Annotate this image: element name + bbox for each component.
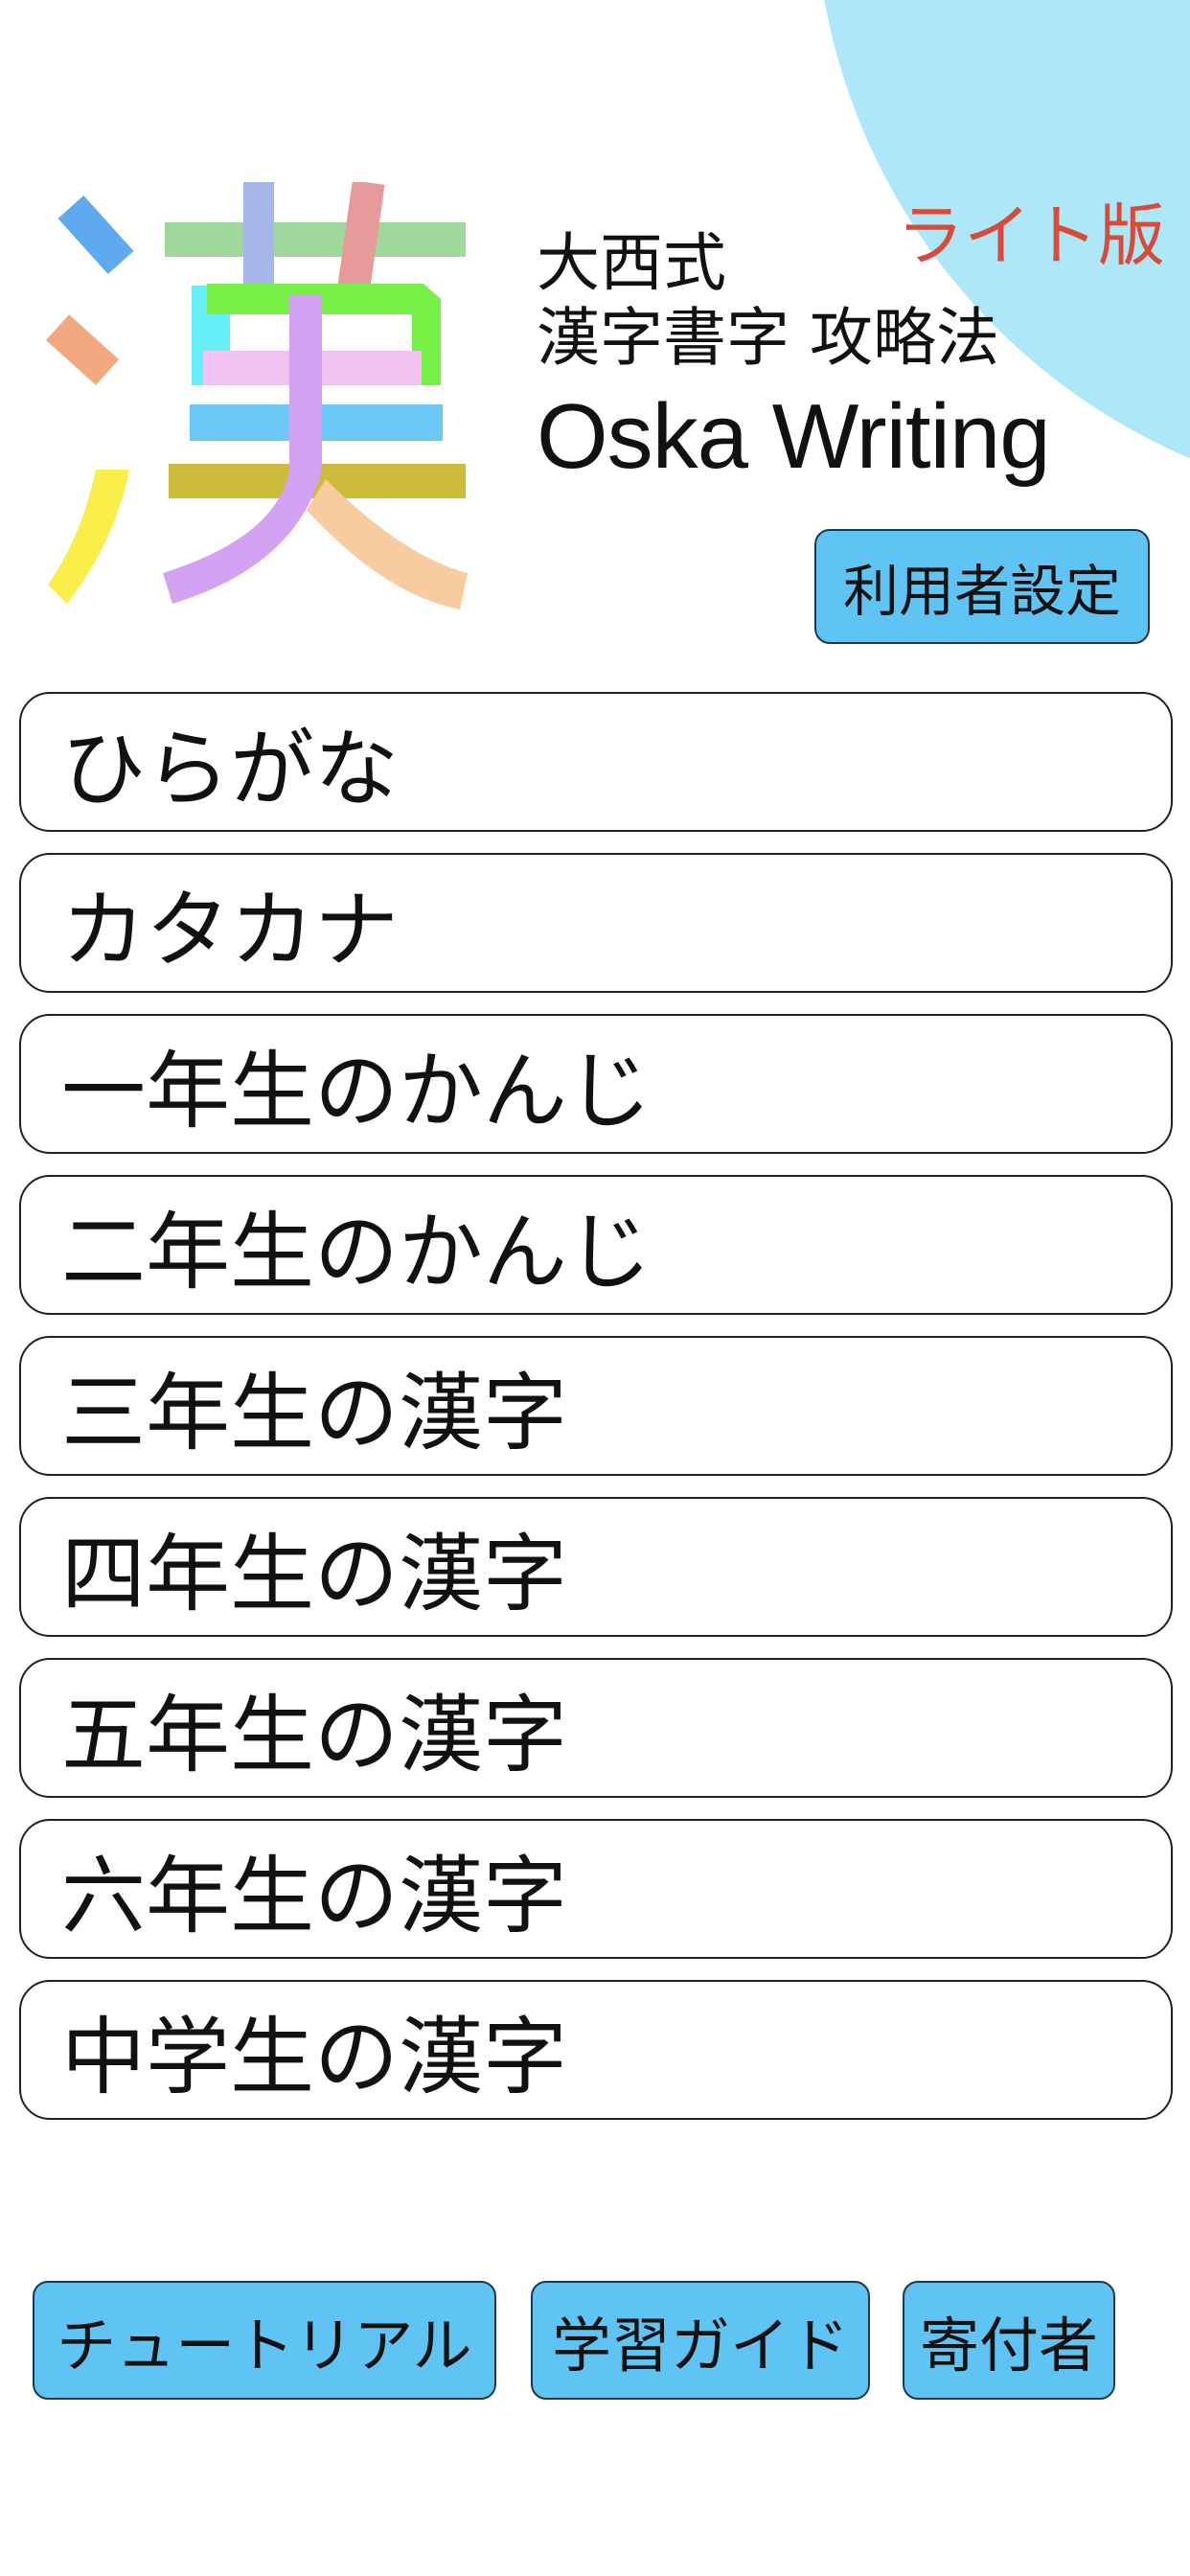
menu-item-grade-2[interactable]: 二年生のかんじ [19, 1175, 1173, 1315]
menu-item-grade-3[interactable]: 三年生の漢字 [19, 1336, 1173, 1476]
menu-item-katakana[interactable]: カタカナ [19, 853, 1173, 993]
menu-item-grade-1[interactable]: 一年生のかんじ [19, 1014, 1173, 1154]
menu-item-label: カタカナ [61, 880, 400, 979]
logo-stroke-4 [165, 222, 466, 257]
menu-list: ひらがな カタカナ 一年生のかんじ 二年生のかんじ 三年生の漢字 四年生の漢字 … [19, 692, 1173, 2141]
menu-item-label: 五年生の漢字 [61, 1685, 568, 1784]
menu-item-label: 三年生の漢字 [61, 1363, 568, 1462]
title-line-3: Oska Writing [537, 385, 1051, 488]
title-line-2: 漢字書字 攻略法 [537, 301, 999, 375]
logo-stroke-2 [45, 314, 120, 385]
logo-stroke-5 [243, 182, 274, 288]
home-screen: ライト版 大西式 漢字書字 攻略法 Oska Writing 利用者設定 ひらが… [0, 0, 1190, 2576]
menu-item-label: 六年生の漢字 [61, 1846, 568, 1945]
app-title: 大西式 漢字書字 攻略法 Oska Writing [537, 226, 1051, 488]
menu-item-label: 二年生のかんじ [61, 1202, 652, 1301]
title-line-1: 大西式 [537, 226, 726, 300]
logo-stroke-3 [48, 470, 129, 604]
menu-item-label: 四年生の漢字 [61, 1524, 568, 1623]
menu-item-hiragana[interactable]: ひらがな [19, 692, 1173, 832]
tutorial-button[interactable]: チュートリアル [33, 2281, 496, 2400]
logo-stroke-12 [163, 295, 322, 604]
kanji-stroke-logo-icon [45, 182, 468, 610]
menu-item-junior-high[interactable]: 中学生の漢字 [19, 1980, 1173, 2120]
menu-item-label: ひらがな [61, 719, 400, 818]
learning-guide-button[interactable]: 学習ガイド [531, 2281, 870, 2400]
bottom-button-bar: チュートリアル 学習ガイド 寄付者 [0, 2281, 1190, 2400]
donors-button[interactable]: 寄付者 [903, 2281, 1115, 2400]
menu-item-grade-6[interactable]: 六年生の漢字 [19, 1819, 1173, 1959]
menu-item-grade-5[interactable]: 五年生の漢字 [19, 1658, 1173, 1798]
user-settings-button[interactable]: 利用者設定 [814, 529, 1150, 644]
logo-stroke-13 [307, 479, 468, 610]
logo-stroke-1 [57, 195, 134, 275]
menu-item-label: 中学生の漢字 [61, 2007, 568, 2106]
menu-item-label: 一年生のかんじ [61, 1041, 652, 1140]
menu-item-grade-4[interactable]: 四年生の漢字 [19, 1497, 1173, 1637]
